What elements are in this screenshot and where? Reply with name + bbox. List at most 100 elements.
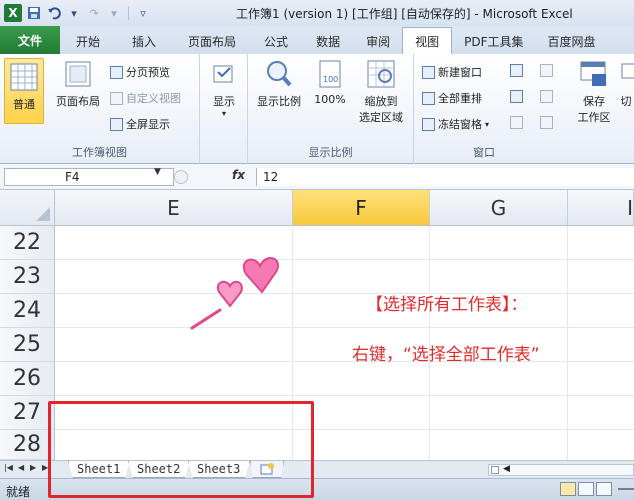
- page-break-status-icon[interactable]: [596, 482, 612, 496]
- tab-insert[interactable]: 插入: [112, 28, 168, 54]
- row-header[interactable]: 28: [0, 430, 55, 460]
- custom-views-icon: [110, 91, 123, 105]
- column-header-f[interactable]: F: [293, 190, 430, 226]
- last-sheet-icon[interactable]: ▶|: [42, 463, 51, 472]
- zoom-100-button[interactable]: 100 100%: [312, 58, 348, 106]
- page-layout-status-icon[interactable]: [578, 482, 594, 496]
- arrange-all-icon: [422, 91, 435, 105]
- tab-page-layout[interactable]: 页面布局: [168, 28, 248, 54]
- tab-view[interactable]: 视图: [402, 27, 453, 54]
- reset-position-icon: [540, 116, 553, 129]
- custom-views-label: 自定义视图: [126, 92, 181, 105]
- first-sheet-icon[interactable]: |◀: [4, 463, 13, 472]
- normal-view-status-icon[interactable]: [560, 482, 576, 496]
- custom-views-button[interactable]: 自定义视图: [110, 90, 181, 106]
- customize-qat-icon[interactable]: ▿: [135, 5, 151, 21]
- page-break-preview-button[interactable]: 分页预览: [110, 64, 170, 80]
- zoom-slider[interactable]: [618, 488, 634, 490]
- arrange-all-button[interactable]: 全部重排: [422, 90, 482, 106]
- show-label: 显示: [213, 95, 235, 108]
- grid-icon: [8, 61, 40, 93]
- tab-file[interactable]: 文件: [0, 26, 60, 54]
- hide-button[interactable]: [510, 90, 523, 103]
- select-all-corner[interactable]: [0, 190, 55, 226]
- save-workspace-label-2: 工作区: [577, 111, 611, 124]
- undo-dropdown-icon[interactable]: ▾: [66, 5, 82, 21]
- split-button[interactable]: [510, 64, 523, 77]
- sheet-tab-1[interactable]: Sheet1: [68, 461, 130, 478]
- next-sheet-icon[interactable]: ▶: [30, 463, 36, 472]
- reset-position-button[interactable]: [540, 116, 553, 129]
- zoom-selection-icon: [365, 58, 397, 90]
- hide-icon: [510, 90, 523, 103]
- save-icon[interactable]: [26, 5, 42, 21]
- zoom-button[interactable]: 显示比例: [252, 58, 306, 109]
- horizontal-scrollbar[interactable]: ◀: [488, 464, 634, 476]
- name-box[interactable]: F4: [4, 168, 174, 186]
- sync-scroll-icon: [540, 90, 553, 103]
- column-header-g[interactable]: G: [430, 190, 568, 226]
- full-screen-button[interactable]: 全屏显示: [110, 116, 170, 132]
- tab-pdf-tools[interactable]: PDF工具集: [452, 28, 535, 54]
- page-layout-label: 页面布局: [56, 95, 100, 108]
- row-header[interactable]: 26: [0, 362, 55, 396]
- full-screen-icon: [110, 117, 123, 131]
- sheet-tab-3[interactable]: Sheet3: [188, 461, 250, 478]
- grid-line: [55, 293, 634, 294]
- group-zoom: 显示比例 100 100% 缩放到 选定区域 显示比例: [248, 54, 414, 164]
- column-header-e[interactable]: E: [55, 190, 293, 226]
- name-box-dropdown-icon[interactable]: ▼: [154, 167, 161, 177]
- normal-view-button[interactable]: 普通: [4, 58, 44, 124]
- group-workbook-views: 普通 页面布局 分页预览 自定义视图 全屏显示 工作簿视图: [0, 54, 200, 164]
- undo-icon[interactable]: [46, 5, 62, 21]
- new-window-icon: [422, 65, 435, 79]
- scroll-thumb[interactable]: [491, 466, 499, 474]
- row-header[interactable]: 24: [0, 294, 55, 328]
- annotation-instruction: 右键，“选择全部工作表”: [352, 345, 540, 365]
- tab-baidu-netdisk[interactable]: 百度网盘: [536, 28, 608, 54]
- page-layout-view-button[interactable]: 页面布局: [50, 58, 106, 109]
- view-side-by-side-button[interactable]: [540, 64, 553, 77]
- sync-scroll-button[interactable]: [540, 90, 553, 103]
- show-icon: [208, 58, 240, 90]
- show-button[interactable]: 显示 ▾: [208, 58, 240, 118]
- tab-review[interactable]: 审阅: [352, 28, 402, 54]
- svg-text:100: 100: [323, 75, 338, 84]
- freeze-panes-button[interactable]: 冻结窗格 ▾: [422, 116, 489, 132]
- row-header[interactable]: 25: [0, 328, 55, 362]
- formula-expand-icon[interactable]: [174, 170, 188, 184]
- excel-logo-icon[interactable]: X: [4, 4, 22, 22]
- row-header[interactable]: 23: [0, 260, 55, 294]
- title-bar: X ▾ ↷ ▾ ▿ 工作簿1 (version 1) [工作组] [自动保存的]…: [0, 0, 634, 26]
- new-window-button[interactable]: 新建窗口: [422, 64, 482, 80]
- cell-grid[interactable]: [55, 226, 634, 460]
- row-header[interactable]: 27: [0, 396, 55, 430]
- zoom-to-selection-button[interactable]: 缩放到 选定区域: [354, 58, 408, 125]
- tab-home[interactable]: 开始: [60, 28, 112, 54]
- row-header[interactable]: 22: [0, 226, 55, 260]
- sheet-tab-2[interactable]: Sheet2: [128, 461, 190, 478]
- tab-data[interactable]: 数据: [300, 28, 352, 54]
- group-label-zoom: 显示比例: [308, 146, 353, 159]
- magnifier-icon: [263, 58, 295, 90]
- tab-formulas[interactable]: 公式: [248, 28, 300, 54]
- insert-function-icon[interactable]: fx: [232, 168, 245, 182]
- ribbon: 普通 页面布局 分页预览 自定义视图 全屏显示 工作簿视图 显示 ▾ 显示比例 …: [0, 54, 634, 164]
- show-dropdown-icon: ▾: [221, 109, 226, 118]
- unhide-button[interactable]: [510, 116, 523, 129]
- insert-sheet-button[interactable]: [250, 461, 284, 478]
- page-layout-icon: [62, 58, 94, 90]
- column-header-next[interactable]: I: [568, 190, 634, 226]
- scroll-left-icon[interactable]: ◀: [503, 464, 510, 474]
- redo-icon[interactable]: ↷: [86, 5, 102, 21]
- redo-dropdown-icon[interactable]: ▾: [106, 5, 122, 21]
- normal-view-label: 普通: [13, 98, 35, 111]
- group-show: 显示 ▾: [200, 54, 248, 164]
- switch-windows-icon: [618, 58, 634, 90]
- full-screen-label: 全屏显示: [126, 118, 170, 131]
- formula-input[interactable]: 12: [256, 168, 634, 186]
- switch-windows-button[interactable]: 切: [618, 58, 634, 109]
- page-break-icon: [110, 65, 123, 79]
- prev-sheet-icon[interactable]: ◀: [18, 463, 24, 472]
- save-workspace-button[interactable]: 保存 工作区: [574, 58, 614, 125]
